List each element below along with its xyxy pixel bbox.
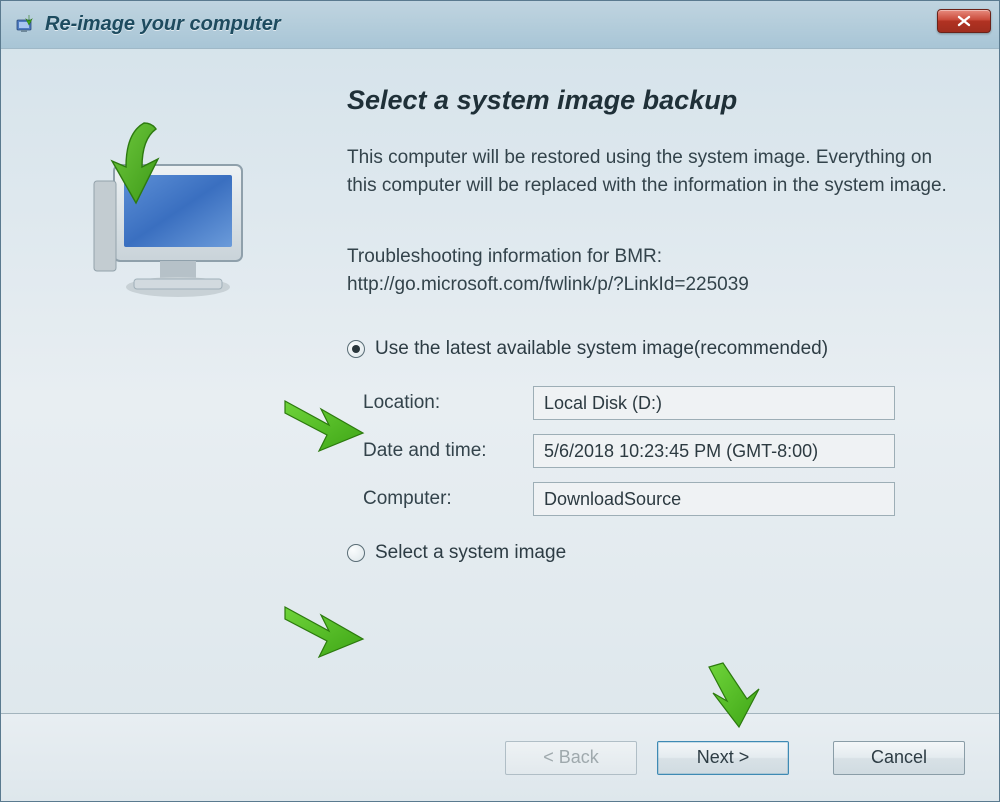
window-title: Re-image your computer: [45, 13, 937, 36]
reimage-icon: [15, 13, 37, 35]
location-label: Location:: [363, 392, 533, 414]
content-area: Select a system image backup This comput…: [1, 49, 999, 689]
titlebar: Re-image your computer: [1, 1, 999, 49]
radio-select-label: Select a system image: [375, 542, 566, 564]
troubleshoot-link: http://go.microsoft.com/fwlink/p/?LinkId…: [347, 274, 749, 295]
radio-latest-image[interactable]: Use the latest available system image(re…: [347, 338, 963, 360]
page-description: This computer will be restored using the…: [347, 144, 963, 199]
radio-latest-label: Use the latest available system image(re…: [375, 338, 828, 360]
field-location: Location: Local Disk (D:): [363, 386, 963, 420]
main-pane: Select a system image backup This comput…: [299, 85, 963, 689]
datetime-label: Date and time:: [363, 440, 533, 462]
monitor-restore-icon: [74, 95, 264, 315]
computer-value: DownloadSource: [533, 482, 895, 516]
cancel-button[interactable]: Cancel: [833, 741, 965, 775]
radio-select-indicator: [347, 544, 365, 562]
radio-select-image[interactable]: Select a system image: [347, 542, 963, 564]
location-value: Local Disk (D:): [533, 386, 895, 420]
field-computer: Computer: DownloadSource: [363, 482, 963, 516]
button-bar: < Back Next > Cancel: [1, 713, 999, 801]
troubleshoot-label: Troubleshooting information for BMR:: [347, 246, 662, 267]
computer-label: Computer:: [363, 488, 533, 510]
dialog-window: Re-image your computer: [0, 0, 1000, 802]
next-button[interactable]: Next >: [657, 741, 789, 775]
illustration-pane: [39, 85, 299, 689]
image-info-fields: Location: Local Disk (D:) Date and time:…: [363, 386, 963, 516]
close-icon: [956, 15, 972, 27]
radio-latest-indicator: [347, 340, 365, 358]
close-button[interactable]: [937, 9, 991, 33]
page-heading: Select a system image backup: [347, 85, 963, 116]
datetime-value: 5/6/2018 10:23:45 PM (GMT-8:00): [533, 434, 895, 468]
field-datetime: Date and time: 5/6/2018 10:23:45 PM (GMT…: [363, 434, 963, 468]
back-button: < Back: [505, 741, 637, 775]
troubleshoot-text: Troubleshooting information for BMR: htt…: [347, 243, 963, 298]
